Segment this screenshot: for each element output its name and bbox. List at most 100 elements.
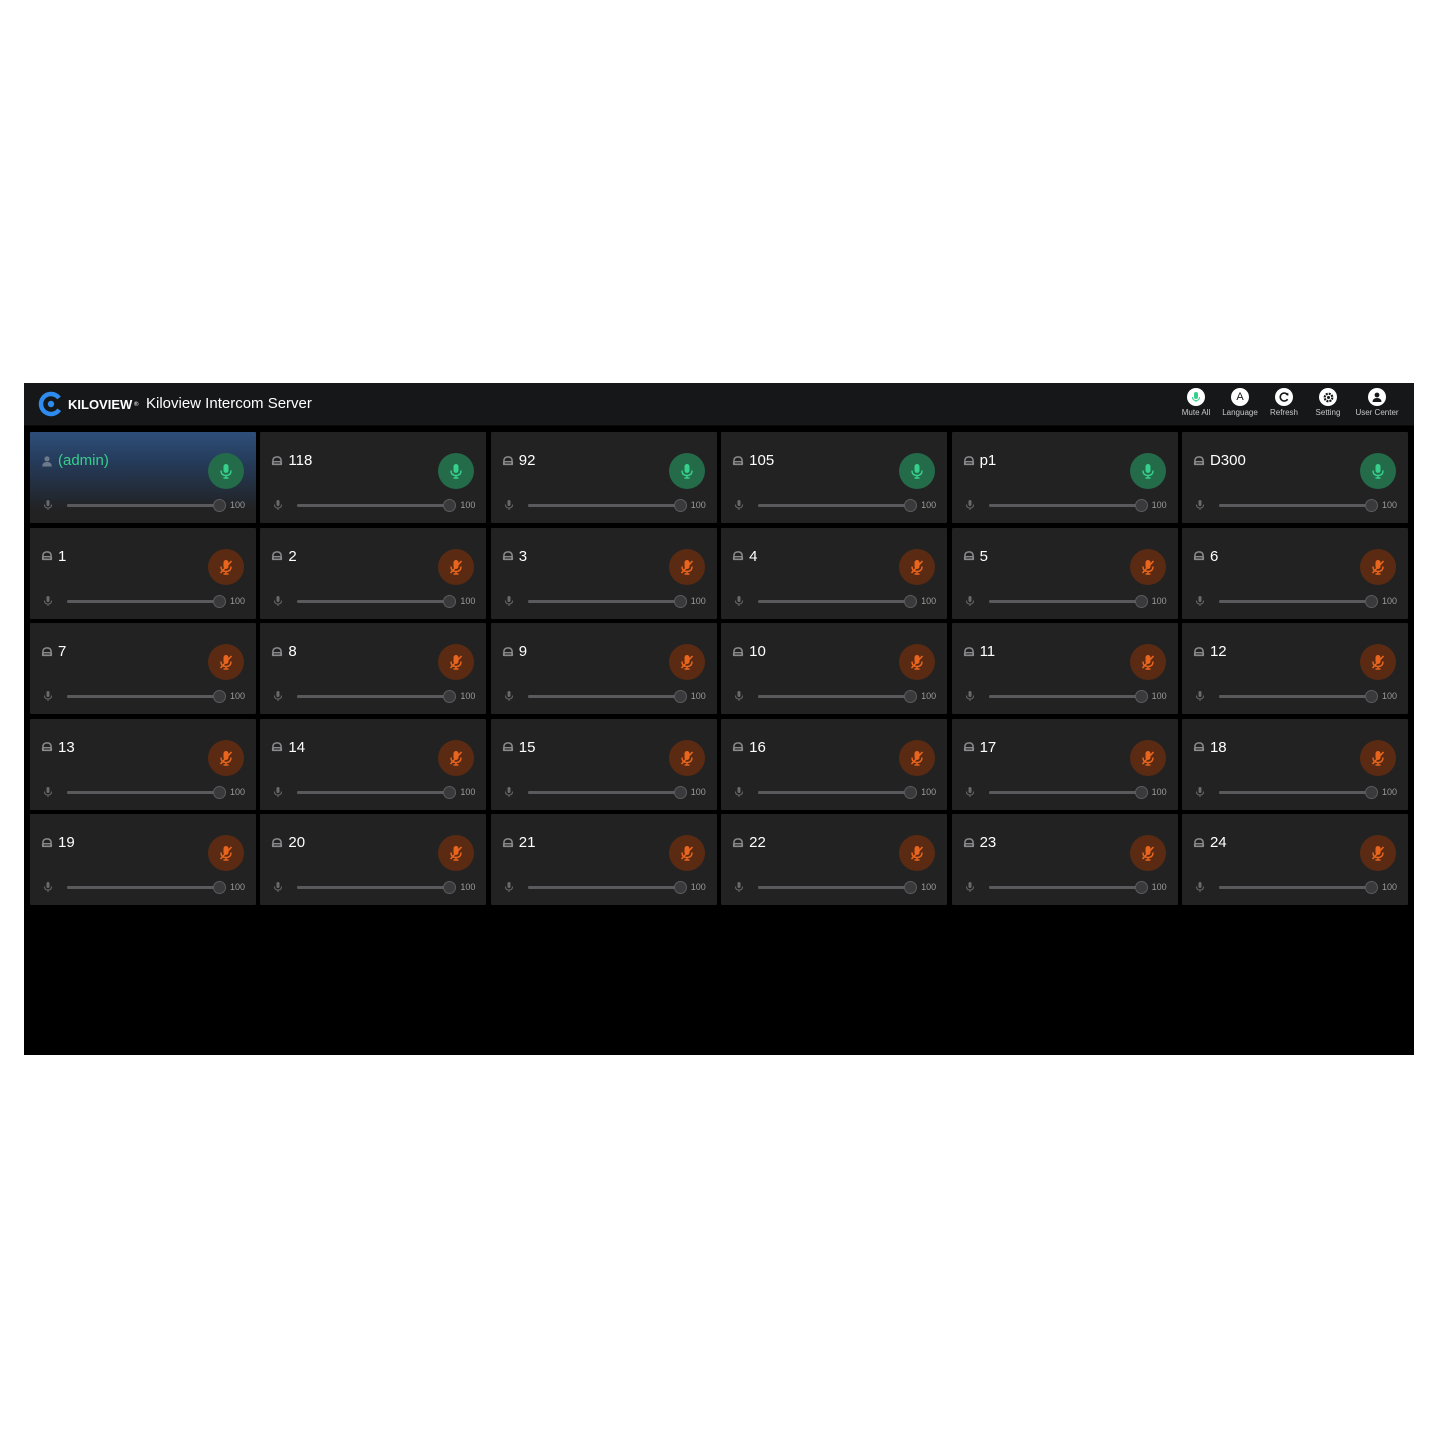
volume-slider[interactable] (758, 785, 918, 799)
volume-slider[interactable] (297, 881, 457, 895)
volume-slider-handle[interactable] (443, 881, 457, 895)
microphone-muted-button[interactable] (208, 644, 244, 681)
user-card-8[interactable]: 8 100 (260, 623, 487, 715)
microphone-muted-button[interactable] (438, 644, 475, 681)
volume-slider[interactable] (67, 881, 226, 895)
volume-slider[interactable] (527, 594, 687, 608)
volume-slider-handle[interactable] (673, 785, 687, 799)
volume-slider[interactable] (758, 499, 918, 512)
microphone-muted-button[interactable] (1129, 739, 1166, 776)
microphone-muted-button[interactable] (899, 835, 936, 872)
user-card-10[interactable]: 10 100 (721, 623, 948, 715)
volume-slider-handle[interactable] (213, 594, 226, 608)
volume-slider[interactable] (67, 785, 226, 799)
microphone-muted-button[interactable] (899, 644, 936, 681)
user-card-2[interactable]: 2 100 (260, 527, 487, 619)
language-button[interactable]: A Language (1220, 388, 1260, 417)
microphone-muted-button[interactable] (208, 835, 244, 872)
user-card-6[interactable]: 6 100 (1181, 527, 1408, 619)
user-card-7[interactable]: 7 100 (30, 623, 256, 715)
user-card-92[interactable]: 92 100 (490, 432, 717, 523)
volume-slider-handle[interactable] (443, 785, 457, 799)
volume-slider-handle[interactable] (904, 690, 918, 704)
user-card-16[interactable]: 16 100 (721, 718, 948, 810)
microphone-muted-button[interactable] (899, 739, 936, 776)
volume-slider[interactable] (758, 594, 918, 608)
volume-slider-handle[interactable] (1134, 785, 1148, 799)
volume-slider-handle[interactable] (213, 881, 226, 895)
volume-slider-handle[interactable] (213, 690, 226, 704)
volume-slider-handle[interactable] (1134, 594, 1148, 608)
volume-slider-handle[interactable] (1364, 690, 1378, 704)
user-card-1[interactable]: 1 100 (30, 527, 256, 619)
user-card-18[interactable]: 18 100 (1181, 718, 1408, 810)
microphone-on-button[interactable] (1129, 453, 1166, 489)
volume-slider[interactable] (527, 499, 687, 512)
microphone-muted-button[interactable] (1129, 644, 1166, 681)
microphone-muted-button[interactable] (668, 644, 705, 681)
volume-slider-handle[interactable] (904, 785, 918, 799)
volume-slider[interactable] (1218, 499, 1378, 512)
microphone-muted-button[interactable] (438, 835, 475, 872)
volume-slider[interactable] (527, 690, 687, 704)
user-card-13[interactable]: 13 100 (30, 718, 256, 810)
volume-slider-handle[interactable] (1364, 785, 1378, 799)
volume-slider-handle[interactable] (1364, 881, 1378, 895)
volume-slider[interactable] (297, 499, 457, 512)
microphone-muted-button[interactable] (438, 739, 475, 776)
volume-slider[interactable] (297, 690, 457, 704)
microphone-muted-button[interactable] (1359, 548, 1396, 585)
volume-slider[interactable] (988, 881, 1148, 895)
volume-slider-handle[interactable] (443, 499, 457, 512)
user-card-118[interactable]: 118 100 (260, 432, 487, 523)
user-card-22[interactable]: 22 100 (721, 814, 948, 906)
volume-slider-handle[interactable] (904, 594, 918, 608)
user-card-D300[interactable]: D300 100 (1181, 432, 1408, 523)
volume-slider-handle[interactable] (1364, 594, 1378, 608)
volume-slider-handle[interactable] (673, 499, 687, 512)
user-card-4[interactable]: 4 100 (721, 527, 948, 619)
user-card-admin[interactable]: (admin) 100 (30, 432, 256, 523)
microphone-on-button[interactable] (899, 453, 936, 489)
volume-slider[interactable] (527, 785, 687, 799)
volume-slider[interactable] (1218, 881, 1378, 895)
volume-slider[interactable] (758, 881, 918, 895)
microphone-on-button[interactable] (438, 453, 475, 489)
volume-slider-handle[interactable] (443, 594, 457, 608)
user-card-p1[interactable]: p1 100 (951, 432, 1178, 523)
microphone-muted-button[interactable] (1359, 644, 1396, 681)
user-card-11[interactable]: 11 100 (951, 623, 1178, 715)
user-card-24[interactable]: 24 100 (1181, 814, 1408, 906)
setting-button[interactable]: Setting (1308, 388, 1348, 417)
volume-slider-handle[interactable] (673, 690, 687, 704)
microphone-muted-button[interactable] (899, 548, 936, 585)
volume-slider[interactable] (988, 499, 1148, 512)
volume-slider[interactable] (67, 499, 226, 512)
volume-slider[interactable] (1218, 690, 1378, 704)
microphone-on-button[interactable] (668, 453, 705, 489)
user-card-19[interactable]: 19 100 (30, 814, 256, 906)
volume-slider[interactable] (297, 594, 457, 608)
volume-slider[interactable] (527, 881, 687, 895)
user-card-21[interactable]: 21 100 (490, 814, 717, 906)
volume-slider[interactable] (67, 690, 226, 704)
volume-slider-handle[interactable] (673, 881, 687, 895)
user-card-3[interactable]: 3 100 (490, 527, 717, 619)
user-card-15[interactable]: 15 100 (490, 718, 717, 810)
user-card-105[interactable]: 105 100 (721, 432, 948, 523)
volume-slider-handle[interactable] (213, 499, 226, 512)
microphone-muted-button[interactable] (1129, 835, 1166, 872)
microphone-muted-button[interactable] (668, 739, 705, 776)
user-card-20[interactable]: 20 100 (260, 814, 487, 906)
microphone-muted-button[interactable] (1129, 548, 1166, 585)
microphone-muted-button[interactable] (208, 739, 244, 776)
volume-slider-handle[interactable] (904, 499, 918, 512)
volume-slider-handle[interactable] (904, 881, 918, 895)
user-card-5[interactable]: 5 100 (951, 527, 1178, 619)
microphone-muted-button[interactable] (438, 548, 475, 585)
microphone-muted-button[interactable] (1359, 739, 1396, 776)
mute-all-button[interactable]: Mute All (1176, 388, 1216, 417)
volume-slider[interactable] (1218, 594, 1378, 608)
microphone-on-button[interactable] (208, 453, 244, 489)
volume-slider[interactable] (988, 690, 1148, 704)
